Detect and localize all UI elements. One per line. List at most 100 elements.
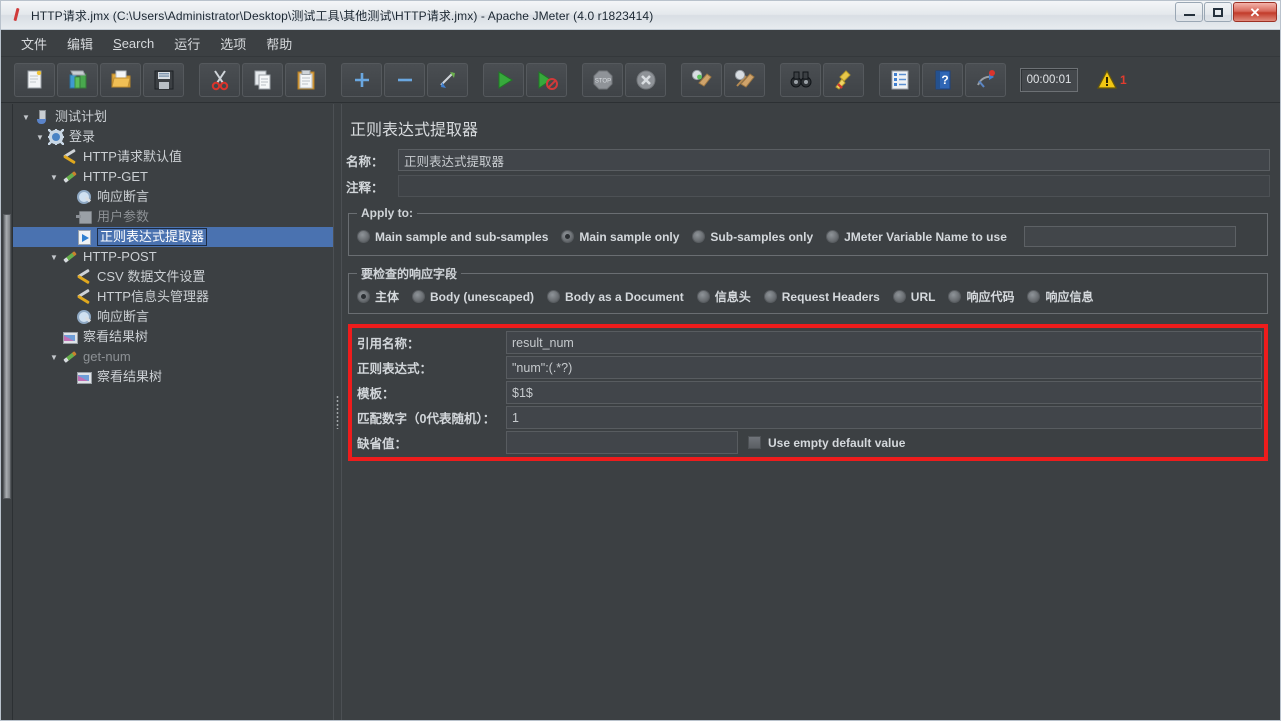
response-field-radio-4[interactable]: Request Headers: [763, 290, 880, 304]
toggle-button[interactable]: [427, 62, 468, 97]
clear-button[interactable]: [681, 62, 722, 97]
default-value-input[interactable]: [506, 431, 738, 454]
reset-search-button[interactable]: [823, 62, 864, 97]
menu-help[interactable]: 帮助: [256, 31, 302, 56]
tree-node[interactable]: ▼ 登录: [13, 127, 333, 147]
open-button[interactable]: [100, 62, 141, 97]
tree-node[interactable]: ▼ HTTP-GET: [13, 167, 333, 187]
jmeter-variable-name-input[interactable]: [1023, 226, 1236, 247]
left-scrollbar-thumb[interactable]: [3, 214, 11, 499]
name-input[interactable]: [398, 149, 1270, 171]
response-field-radio-3[interactable]: 信息头: [696, 288, 751, 305]
response-field-radio-7[interactable]: 响应信息: [1027, 288, 1094, 305]
expand-button[interactable]: [341, 62, 382, 97]
cut-icon: [211, 69, 228, 90]
response-field-radio-2[interactable]: Body as a Document: [547, 290, 684, 304]
collapse-button[interactable]: [384, 62, 425, 97]
minimize-button[interactable]: [1175, 2, 1203, 22]
shutdown-button[interactable]: [625, 62, 666, 97]
apply-to-radio-3[interactable]: JMeter Variable Name to use: [826, 230, 1007, 244]
response-field-radio-6[interactable]: 响应代码: [948, 288, 1014, 305]
tree-node[interactable]: 正则表达式提取器: [13, 227, 333, 247]
toolbar-separator: [569, 63, 580, 97]
tree-node[interactable]: 用户参数: [13, 207, 333, 227]
tree-node[interactable]: 察看结果树: [13, 327, 333, 347]
menu-options[interactable]: 选项: [210, 31, 256, 56]
tree-node[interactable]: 响应断言: [13, 187, 333, 207]
tree-node-label: 正则表达式提取器: [97, 228, 208, 246]
apply-to-group: Apply to: Main sample and sub-samples Mai…: [348, 206, 1268, 256]
paste-button[interactable]: [285, 62, 326, 97]
tree-node[interactable]: HTTP信息头管理器: [13, 287, 333, 307]
menu-edit[interactable]: 编辑: [57, 31, 103, 56]
tree-node-label: 测试计划: [55, 109, 108, 124]
left-scrollbar[interactable]: [1, 104, 13, 720]
menu-search[interactable]: Search: [103, 33, 164, 54]
response-field-radio-label: URL: [910, 289, 936, 304]
minimize-icon: [1183, 14, 1195, 16]
help-button[interactable]: ?: [922, 62, 963, 97]
apply-to-radio-1[interactable]: Main sample only: [561, 230, 679, 244]
jmeter-feather-icon: [9, 7, 25, 23]
extractor-field-input[interactable]: [506, 406, 1262, 429]
tree-node[interactable]: ▼ HTTP-POST: [13, 247, 333, 267]
undo-redo-button[interactable]: [965, 62, 1006, 97]
function-helper-icon: [891, 70, 908, 89]
extractor-field-label: 引用名称：: [357, 337, 420, 351]
config-wrench-icon: [75, 289, 93, 305]
test-plan-tree[interactable]: ▼ 测试计划 ▼ 登录 HTTP请求默认值 ▼ HTTP-GET 响应断言 用户参数 正则表达式提…: [13, 104, 333, 720]
extractor-field-input[interactable]: [506, 331, 1262, 354]
new-button[interactable]: [14, 62, 55, 97]
chevron-down-icon[interactable]: ▼: [19, 113, 33, 122]
copy-icon: [254, 70, 270, 89]
response-field-radio-label: Body (unescaped): [430, 289, 535, 304]
tree-node[interactable]: 响应断言: [13, 307, 333, 327]
new-icon: [27, 70, 41, 88]
warning-indicator[interactable]: 1: [1096, 69, 1127, 91]
response-field-radio-5[interactable]: URL: [892, 289, 936, 304]
menu-run[interactable]: 运行: [164, 31, 210, 56]
stop-button[interactable]: STOP: [582, 62, 623, 97]
apply-to-radio-label: Sub-samples only: [710, 229, 814, 244]
start-no-pauses-button[interactable]: [526, 62, 567, 97]
default-value-label: 缺省值：: [357, 437, 408, 451]
chevron-down-icon[interactable]: ▼: [47, 253, 61, 262]
tree-node-label: HTTP-POST: [83, 249, 157, 264]
tree-node[interactable]: HTTP请求默认值: [13, 147, 333, 167]
extractor-field-input[interactable]: [506, 381, 1262, 404]
tree-node-label: 察看结果树: [83, 329, 149, 344]
close-button[interactable]: ✕: [1233, 2, 1277, 22]
page-title: 正则表达式提取器: [350, 122, 479, 139]
chevron-down-icon[interactable]: ▼: [33, 133, 47, 142]
response-field-radio-label: 响应信息: [1045, 290, 1094, 304]
comment-input[interactable]: [398, 175, 1270, 197]
clear-all-button[interactable]: [724, 62, 765, 97]
tree-node[interactable]: ▼ 测试计划: [13, 107, 333, 127]
chevron-down-icon[interactable]: ▼: [47, 353, 61, 362]
apply-to-radio-0[interactable]: Main sample and sub-samples: [357, 230, 548, 244]
undo-redo-icon: [976, 69, 995, 88]
maximize-button[interactable]: [1204, 2, 1232, 22]
use-empty-default-checkbox[interactable]: Use empty default value: [748, 436, 905, 450]
tree-node[interactable]: 察看结果树: [13, 367, 333, 387]
warning-count: 1: [1120, 72, 1127, 87]
elapsed-timer: 00:00:01: [1020, 67, 1078, 92]
copy-button[interactable]: [242, 62, 283, 97]
menu-file[interactable]: 文件: [11, 31, 57, 56]
tree-node[interactable]: CSV 数据文件设置: [13, 267, 333, 287]
apply-to-radio-2[interactable]: Sub-samples only: [692, 230, 813, 244]
function-helper-button[interactable]: [879, 62, 920, 97]
start-button[interactable]: [483, 62, 524, 97]
chevron-down-icon[interactable]: ▼: [47, 173, 61, 182]
panel-splitter[interactable]: [333, 104, 342, 720]
svg-text:?: ?: [941, 73, 948, 87]
extractor-field-input[interactable]: [506, 356, 1262, 379]
regex-extractor-icon: [75, 229, 93, 245]
tree-node[interactable]: ▼ get-num: [13, 347, 333, 367]
response-field-radio-0[interactable]: 主体: [357, 288, 399, 305]
templates-button[interactable]: [57, 62, 98, 97]
search-button[interactable]: [780, 62, 821, 97]
cut-button[interactable]: [199, 62, 240, 97]
response-field-radio-1[interactable]: Body (unescaped): [412, 290, 534, 304]
save-button[interactable]: [143, 62, 184, 97]
